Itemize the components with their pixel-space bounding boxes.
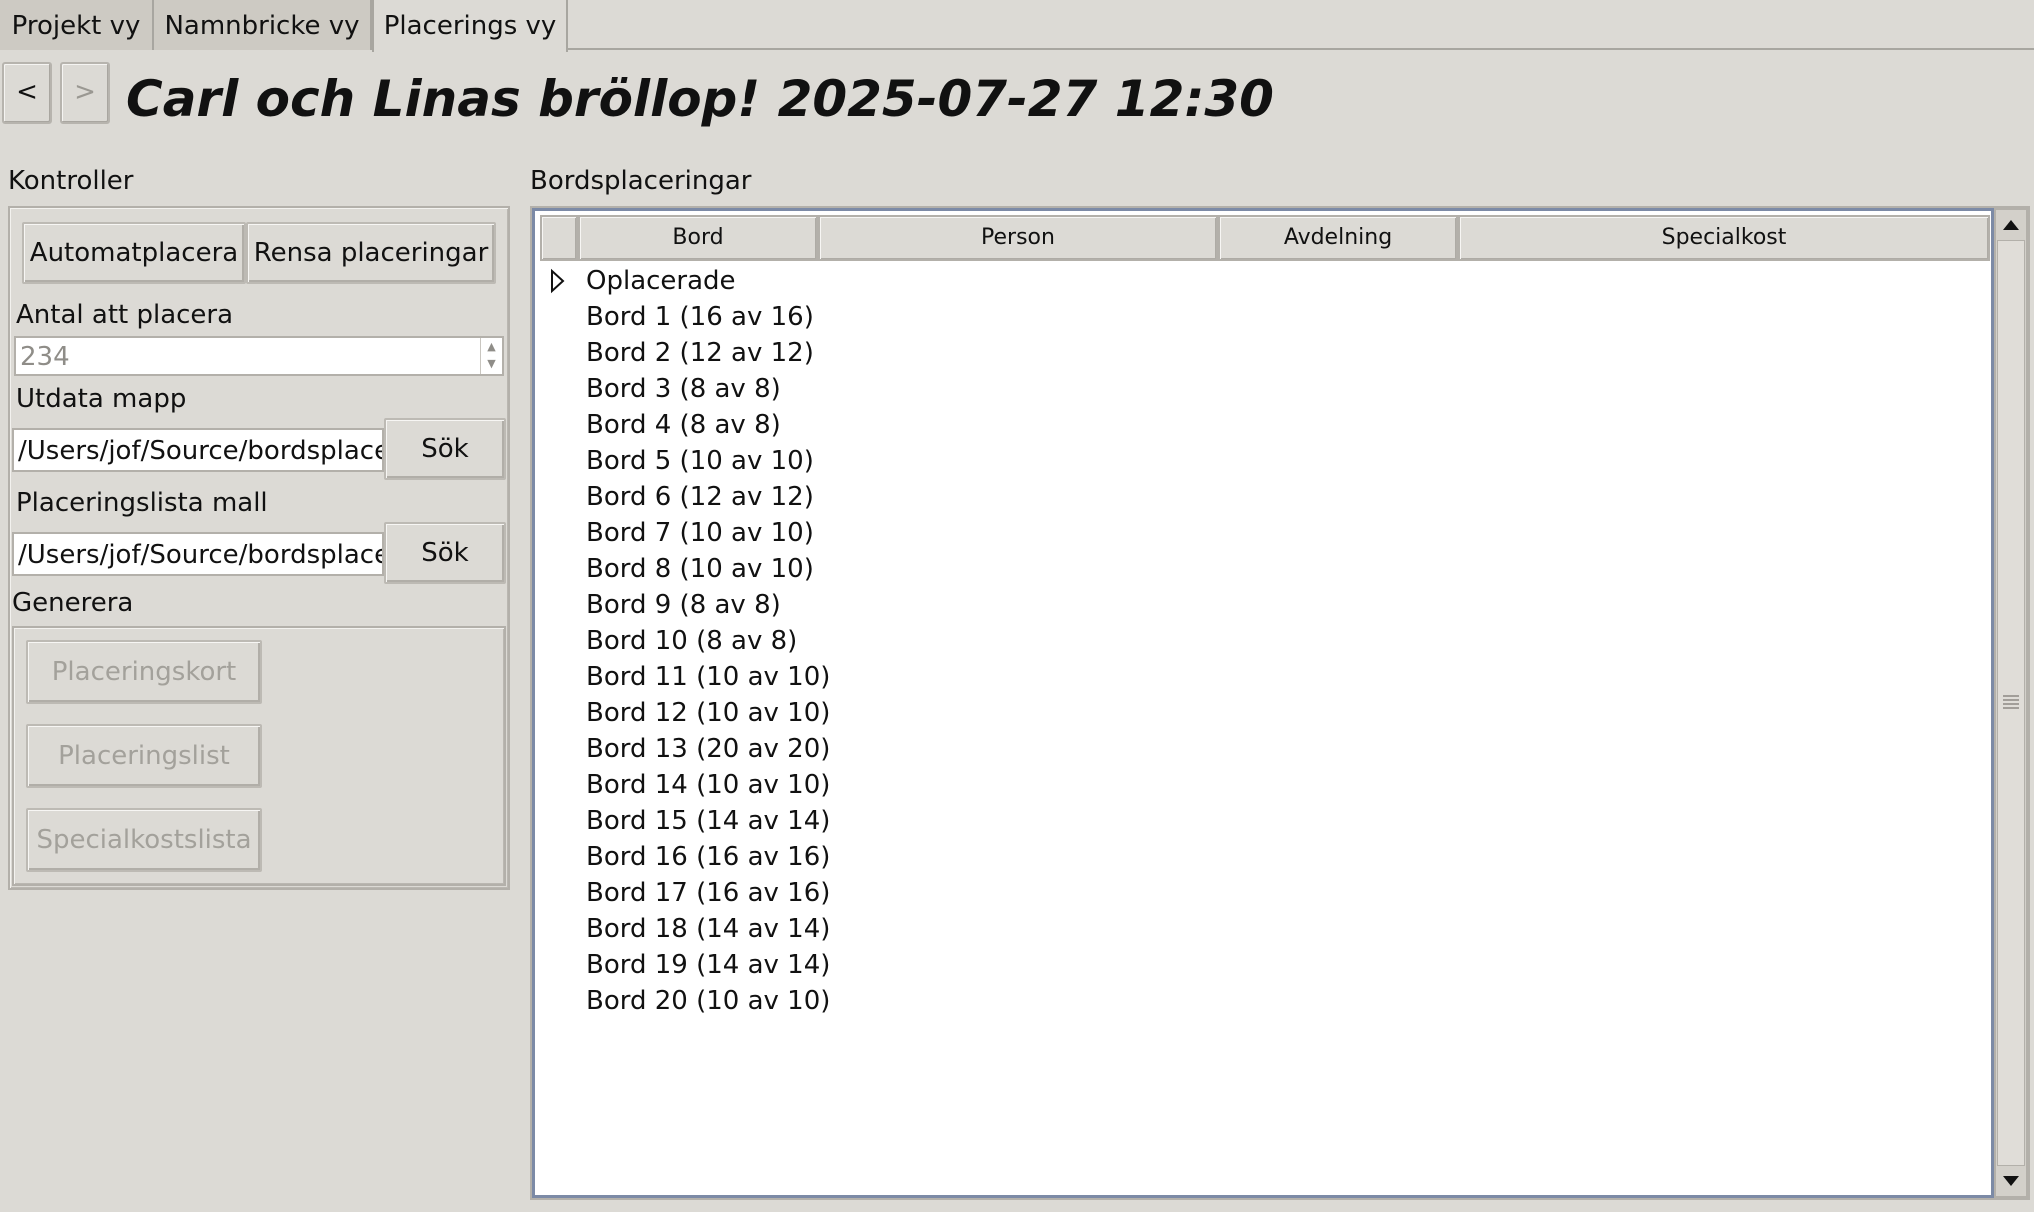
template-browse-button[interactable]: Sök	[384, 522, 506, 584]
tree-row[interactable]: Bord 13 (20 av 20)	[586, 731, 830, 767]
auto-place-button[interactable]: Automatplacera	[22, 222, 246, 284]
scroll-grip-icon	[2001, 693, 2021, 711]
tree-row[interactable]: Bord 4 (8 av 8)	[586, 407, 781, 443]
tree-row[interactable]: Bord 11 (10 av 10)	[586, 659, 830, 695]
tree-row[interactable]: Bord 6 (12 av 12)	[586, 479, 814, 515]
generate-label: Generera	[12, 588, 134, 618]
tree-row[interactable]: Bord 15 (14 av 14)	[586, 803, 830, 839]
forward-button[interactable]: >	[60, 62, 110, 124]
count-label: Antal att placera	[16, 300, 234, 330]
tree-row[interactable]: Bord 10 (8 av 8)	[586, 623, 797, 659]
tree-row[interactable]: Bord 20 (10 av 10)	[586, 983, 830, 1019]
tree-row[interactable]: Bord 17 (16 av 16)	[586, 875, 830, 911]
tree-row[interactable]: Bord 3 (8 av 8)	[586, 371, 781, 407]
scroll-up-icon[interactable]	[1996, 210, 2026, 240]
template-label: Placeringslista mall	[16, 488, 268, 518]
tab-projekt[interactable]: Projekt vy	[0, 0, 154, 50]
tree-row[interactable]: Bord 1 (16 av 16)	[586, 299, 814, 335]
output-folder-label: Utdata mapp	[16, 384, 187, 414]
tree-row[interactable]: Bord 19 (14 av 14)	[586, 947, 830, 983]
column-header-specialkost[interactable]: Specialkost	[1458, 215, 1990, 261]
output-browse-button[interactable]: Sök	[384, 418, 506, 480]
tree-row[interactable]: Bord 2 (12 av 12)	[586, 335, 814, 371]
placement-cards-button[interactable]: Placeringskort	[26, 640, 262, 704]
clear-placements-button[interactable]: Rensa placeringar	[246, 222, 496, 284]
tree-row[interactable]: Oplacerade	[586, 263, 736, 299]
tree-row[interactable]: Bord 18 (14 av 14)	[586, 911, 830, 947]
column-header-bord[interactable]: Bord	[578, 215, 818, 261]
tree-row[interactable]: Bord 9 (8 av 8)	[586, 587, 781, 623]
tree-row[interactable]: Bord 14 (10 av 10)	[586, 767, 830, 803]
count-stepper[interactable]: ▲ ▼	[480, 338, 502, 374]
tab-placerings[interactable]: Placerings vy	[372, 0, 568, 52]
page-title: Carl och Linas bröllop! 2025-07-27 12:30	[126, 70, 1274, 128]
scroll-down-icon[interactable]	[1996, 1166, 2026, 1196]
placement-list-button[interactable]: Placeringslist	[26, 724, 262, 788]
output-folder-field[interactable]: /Users/jof/Source/bordsplacer	[12, 428, 384, 472]
special-diet-list-button[interactable]: Specialkostslista	[26, 808, 262, 872]
count-spinbox[interactable]: 234	[14, 336, 504, 376]
controls-heading: Kontroller	[8, 166, 134, 196]
expand-triangle-icon[interactable]	[546, 266, 570, 296]
template-field[interactable]: /Users/jof/Source/bordsplacer	[12, 532, 384, 576]
stepper-up-icon[interactable]: ▲	[481, 338, 502, 355]
tree-row[interactable]: Bord 8 (10 av 10)	[586, 551, 814, 587]
placements-heading: Bordsplaceringar	[530, 166, 752, 196]
stepper-down-icon[interactable]: ▼	[481, 355, 502, 372]
back-button[interactable]: <	[2, 62, 52, 124]
tree-header-indent	[540, 215, 578, 261]
tab-namnbricke[interactable]: Namnbricke vy	[154, 0, 372, 50]
tree-row[interactable]: Bord 12 (10 av 10)	[586, 695, 830, 731]
tree-row[interactable]: Bord 7 (10 av 10)	[586, 515, 814, 551]
column-header-person[interactable]: Person	[818, 215, 1218, 261]
tree-row[interactable]: Bord 16 (16 av 16)	[586, 839, 830, 875]
tree-row[interactable]: Bord 5 (10 av 10)	[586, 443, 814, 479]
column-header-avdelning[interactable]: Avdelning	[1218, 215, 1458, 261]
